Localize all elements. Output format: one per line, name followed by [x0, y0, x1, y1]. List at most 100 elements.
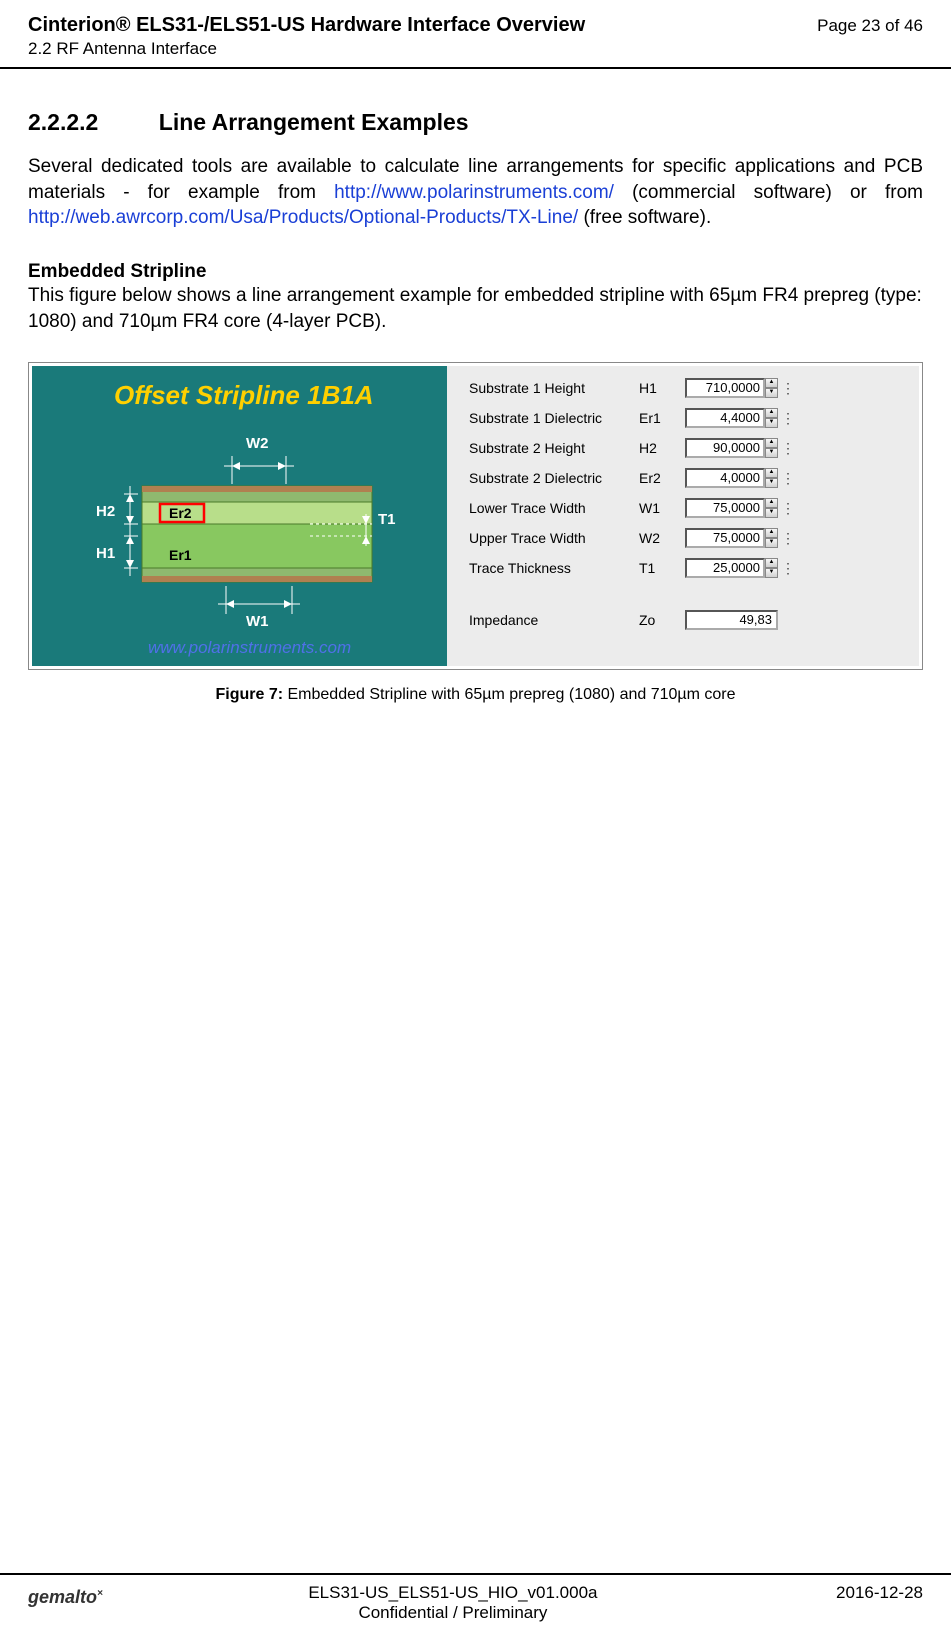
- impedance-symbol: Zo: [639, 612, 685, 628]
- paragraph-intro: Several dedicated tools are available to…: [28, 154, 923, 231]
- dots-icon: ⋮: [781, 530, 795, 547]
- param-row: Trace Thickness T1 25,0000 ▲▼ ⋮: [469, 556, 907, 580]
- footer-confidentiality: Confidential / Preliminary: [103, 1603, 803, 1623]
- page-header: Cinterion® ELS31-/ELS51-US Hardware Inte…: [0, 0, 951, 69]
- caption-prefix: Figure 7:: [215, 686, 287, 703]
- section-heading: 2.2.2.2 Line Arrangement Examples: [28, 109, 923, 136]
- param-row: Substrate 2 Dielectric Er2 4,0000 ▲▼ ⋮: [469, 466, 907, 490]
- dots-icon: ⋮: [781, 380, 795, 397]
- awr-link[interactable]: http://web.awrcorp.com/Usa/Products/Opti…: [28, 207, 578, 228]
- para1-b: (commercial software) or from: [614, 182, 923, 203]
- param-symbol: H2: [639, 440, 685, 456]
- param-input[interactable]: 75,0000: [685, 528, 765, 548]
- param-symbol: H1: [639, 380, 685, 396]
- label-h2: H2: [96, 503, 115, 520]
- param-row: Substrate 1 Dielectric Er1 4,4000 ▲▼ ⋮: [469, 406, 907, 430]
- spinner[interactable]: ▲▼: [765, 498, 779, 518]
- dots-icon: ⋮: [781, 560, 795, 577]
- spinner-up-icon[interactable]: ▲: [765, 408, 778, 418]
- spinner-down-icon[interactable]: ▼: [765, 568, 778, 578]
- spinner[interactable]: ▲▼: [765, 408, 779, 428]
- page-number: Page 23 of 46: [817, 16, 923, 36]
- doc-subsection: 2.2 RF Antenna Interface: [28, 39, 585, 59]
- doc-title: Cinterion® ELS31-/ELS51-US Hardware Inte…: [28, 14, 585, 37]
- param-input[interactable]: 25,0000: [685, 558, 765, 578]
- param-label: Substrate 1 Height: [469, 380, 639, 396]
- param-row: Substrate 1 Height H1 710,0000 ▲▼ ⋮: [469, 376, 907, 400]
- subheading-embedded: Embedded Stripline: [28, 261, 923, 283]
- dots-icon: ⋮: [781, 410, 795, 427]
- param-symbol: W2: [639, 530, 685, 546]
- param-symbol: Er1: [639, 410, 685, 426]
- param-symbol: Er2: [639, 470, 685, 486]
- figure-container: Offset Stripline 1B1A: [28, 362, 923, 670]
- spinner-up-icon[interactable]: ▲: [765, 558, 778, 568]
- page-content: 2.2.2.2 Line Arrangement Examples Severa…: [0, 69, 951, 704]
- gemalto-logo: gemalto×: [28, 1583, 103, 1608]
- param-input[interactable]: 90,0000: [685, 438, 765, 458]
- spinner[interactable]: ▲▼: [765, 438, 779, 458]
- figure-params-panel: Substrate 1 Height H1 710,0000 ▲▼ ⋮ Subs…: [447, 366, 919, 666]
- logo-text: gemalto: [28, 1587, 97, 1607]
- param-row: Lower Trace Width W1 75,0000 ▲▼ ⋮: [469, 496, 907, 520]
- caption-text: Embedded Stripline with 65µm prepreg (10…: [288, 686, 736, 703]
- figure-caption: Figure 7: Embedded Stripline with 65µm p…: [28, 686, 923, 704]
- label-t1: T1: [378, 511, 396, 528]
- impedance-label: Impedance: [469, 612, 639, 628]
- param-label: Lower Trace Width: [469, 500, 639, 516]
- section-number: 2.2.2.2: [28, 109, 98, 136]
- param-row: Substrate 2 Height H2 90,0000 ▲▼ ⋮: [469, 436, 907, 460]
- dots-icon: ⋮: [781, 440, 795, 457]
- spinner-up-icon[interactable]: ▲: [765, 468, 778, 478]
- label-er1: Er1: [169, 547, 192, 563]
- impedance-output: 49,83: [685, 610, 778, 630]
- footer-grid: gemalto× ELS31-US_ELS51-US_HIO_v01.000a …: [28, 1583, 923, 1623]
- dots-icon: ⋮: [781, 500, 795, 517]
- paragraph-embedded: This figure below shows a line arrangeme…: [28, 283, 923, 334]
- page-footer: gemalto× ELS31-US_ELS51-US_HIO_v01.000a …: [0, 1573, 951, 1623]
- spinner-down-icon[interactable]: ▼: [765, 418, 778, 428]
- param-row: Upper Trace Width W2 75,0000 ▲▼ ⋮: [469, 526, 907, 550]
- param-label: Substrate 2 Height: [469, 440, 639, 456]
- spinner-down-icon[interactable]: ▼: [765, 538, 778, 548]
- spinner[interactable]: ▲▼: [765, 528, 779, 548]
- section-title: Line Arrangement Examples: [159, 109, 469, 136]
- spinner-down-icon[interactable]: ▼: [765, 508, 778, 518]
- spinner-up-icon[interactable]: ▲: [765, 528, 778, 538]
- spinner-up-icon[interactable]: ▲: [765, 378, 778, 388]
- param-label: Trace Thickness: [469, 560, 639, 576]
- label-h1: H1: [96, 545, 115, 562]
- param-label: Substrate 1 Dielectric: [469, 410, 639, 426]
- dots-icon: ⋮: [781, 470, 795, 487]
- label-w2: W2: [246, 435, 269, 452]
- polar-link[interactable]: http://www.polarinstruments.com/: [334, 182, 614, 203]
- impedance-row: Impedance Zo 49,83: [469, 608, 907, 632]
- header-left: Cinterion® ELS31-/ELS51-US Hardware Inte…: [28, 14, 585, 59]
- para1-c: (free software).: [578, 207, 711, 228]
- spinner-down-icon[interactable]: ▼: [765, 478, 778, 488]
- spinner[interactable]: ▲▼: [765, 558, 779, 578]
- label-w1: W1: [246, 613, 269, 630]
- stripline-svg: Er2 Er1 W2 W1: [32, 366, 447, 666]
- param-label: Substrate 2 Dielectric: [469, 470, 639, 486]
- spinner-down-icon[interactable]: ▼: [765, 448, 778, 458]
- param-label: Upper Trace Width: [469, 530, 639, 546]
- spinner[interactable]: ▲▼: [765, 468, 779, 488]
- param-input[interactable]: 710,0000: [685, 378, 765, 398]
- spinner-up-icon[interactable]: ▲: [765, 498, 778, 508]
- figure-row: Offset Stripline 1B1A: [32, 366, 919, 666]
- footer-center: ELS31-US_ELS51-US_HIO_v01.000a Confident…: [103, 1583, 803, 1623]
- spinner-down-icon[interactable]: ▼: [765, 388, 778, 398]
- spinner[interactable]: ▲▼: [765, 378, 779, 398]
- footer-date: 2016-12-28: [803, 1583, 923, 1603]
- param-symbol: T1: [639, 560, 685, 576]
- footer-doc-id: ELS31-US_ELS51-US_HIO_v01.000a: [103, 1583, 803, 1603]
- param-symbol: W1: [639, 500, 685, 516]
- diagram-source-url: www.polarinstruments.com: [148, 638, 351, 658]
- param-input[interactable]: 4,0000: [685, 468, 765, 488]
- figure-diagram: Offset Stripline 1B1A: [32, 366, 447, 666]
- param-input[interactable]: 75,0000: [685, 498, 765, 518]
- spinner-up-icon[interactable]: ▲: [765, 438, 778, 448]
- label-er2: Er2: [169, 505, 192, 521]
- param-input[interactable]: 4,4000: [685, 408, 765, 428]
